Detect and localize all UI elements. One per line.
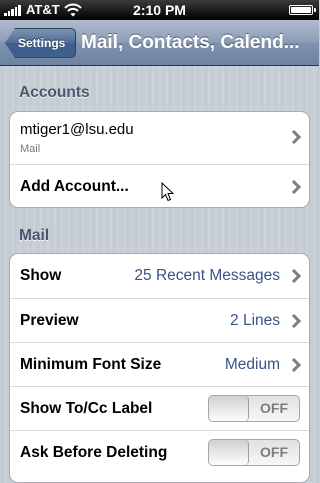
chevron-right-icon	[286, 357, 302, 373]
ask-before-deleting-label: Ask Before Deleting	[20, 444, 168, 461]
show-to-cc-label-row: Show To/Cc Label OFF	[10, 386, 309, 430]
battery-icon	[289, 5, 316, 15]
show-label: Show	[20, 267, 62, 284]
status-bar: AT&T 2:10 PM	[0, 0, 319, 20]
account-row[interactable]: mtiger1@lsu.edu Mail	[10, 112, 309, 164]
minimum-font-size-value: Medium	[224, 356, 280, 373]
add-account-row[interactable]: Add Account...	[10, 164, 309, 207]
clock: 2:10 PM	[133, 2, 186, 18]
chevron-right-icon	[286, 179, 302, 195]
preview-row[interactable]: Preview 2 Lines	[10, 298, 309, 342]
add-account-label: Add Account...	[20, 178, 129, 195]
show-to-cc-toggle[interactable]: OFF	[208, 395, 300, 422]
settings-back-button[interactable]: Settings	[5, 28, 76, 58]
chevron-right-icon	[286, 268, 302, 284]
account-email: mtiger1@lsu.edu	[20, 121, 134, 138]
mail-settings-group: Show 25 Recent Messages Preview 2 Lines …	[9, 253, 310, 483]
accounts-section-header: Accounts	[19, 84, 90, 101]
preview-label: Preview	[20, 312, 79, 329]
toggle-knob	[209, 440, 249, 465]
show-value: 25 Recent Messages	[134, 267, 280, 284]
navigation-bar: Settings Mail, Contacts, Calend...	[0, 20, 319, 66]
show-row[interactable]: Show 25 Recent Messages	[10, 254, 309, 298]
minimum-font-size-label: Minimum Font Size	[20, 356, 162, 373]
mouse-pointer-icon	[161, 182, 174, 202]
account-type: Mail	[20, 143, 41, 155]
minimum-font-size-row[interactable]: Minimum Font Size Medium	[10, 342, 309, 386]
show-to-cc-label: Show To/Cc Label	[20, 400, 153, 417]
chevron-right-icon	[286, 313, 302, 329]
toggle-state: OFF	[260, 400, 288, 416]
mail-section-header: Mail	[19, 227, 50, 244]
accounts-group: mtiger1@lsu.edu Mail Add Account...	[9, 111, 310, 208]
preview-value: 2 Lines	[230, 312, 280, 329]
toggle-state: OFF	[260, 444, 288, 460]
ask-before-deleting-toggle[interactable]: OFF	[208, 439, 300, 466]
page-title: Mail, Contacts, Calend...	[81, 32, 300, 53]
chevron-right-icon	[286, 129, 302, 145]
toggle-knob	[209, 396, 249, 421]
ask-before-deleting-row: Ask Before Deleting OFF	[10, 430, 309, 474]
